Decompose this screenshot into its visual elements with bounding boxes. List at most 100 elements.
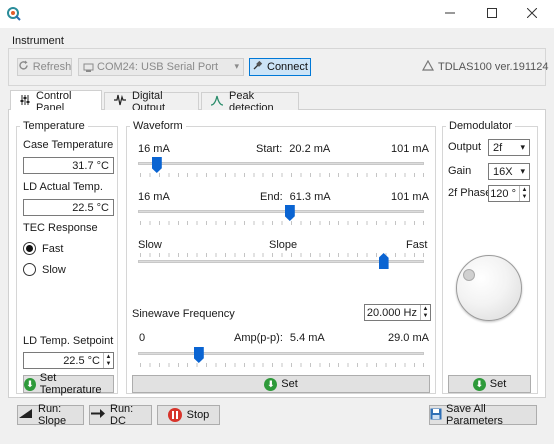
amp-slider-ticks — [140, 363, 424, 367]
triangle-logo-icon — [421, 59, 435, 74]
tab-control-panel[interactable]: Control Panel — [10, 90, 102, 114]
demodulator-group-label: Demodulator — [446, 120, 515, 132]
end-readout: End: 61.3 mA — [260, 191, 331, 203]
phase-value: 120 ° — [490, 187, 516, 200]
title-bar — [0, 0, 554, 28]
end-value: 61.3 mA — [289, 191, 331, 203]
output-select[interactable]: 2f ▾ — [488, 139, 530, 156]
spin-up-icon[interactable]: ▲ — [104, 353, 113, 361]
ld-setpoint-spinbox[interactable]: 22.5 °C ▲ ▼ — [23, 352, 114, 369]
download-arrow-icon: ⬇ — [24, 377, 36, 391]
tec-fast-label: Fast — [42, 242, 64, 255]
chevron-down-icon: ▾ — [234, 61, 239, 71]
amp-min-label: 0 — [139, 332, 146, 344]
waveform-set-label: Set — [281, 378, 298, 390]
run-slope-button[interactable]: Run: Slope — [17, 403, 84, 427]
end-max-label: 101 mA — [391, 191, 429, 203]
output-label: Output — [448, 141, 482, 153]
radio-unchecked-icon — [23, 263, 36, 276]
start-min-label: 16 mA — [138, 143, 170, 155]
run-slope-label: Run: Slope — [38, 403, 67, 427]
set-temperature-button[interactable]: ⬇ Set Temperature — [23, 372, 114, 396]
close-icon[interactable] — [522, 4, 542, 22]
minimize-icon[interactable] — [440, 4, 460, 22]
end-label: End: — [260, 191, 283, 203]
spin-up-icon[interactable]: ▲ — [421, 305, 430, 313]
start-label: Start: — [256, 143, 283, 155]
spin-arrows[interactable]: ▲ ▼ — [420, 305, 430, 320]
amp-value: 5.4 mA — [289, 332, 325, 344]
case-temp-field: 31.7 °C — [23, 157, 114, 174]
radio-checked-icon — [23, 242, 36, 255]
knob-indicator — [463, 269, 475, 281]
tec-response-label: TEC Response — [23, 222, 98, 234]
spin-up-icon[interactable]: ▲ — [520, 186, 529, 194]
case-temp-value: 31.7 °C — [72, 159, 109, 172]
start-max-label: 101 mA — [391, 143, 429, 155]
phase-label: 2f Phase — [448, 187, 492, 199]
ld-actual-label: LD Actual Temp. — [23, 181, 103, 193]
version-label: TDLAS100 ver.191124 — [438, 61, 549, 73]
gain-select[interactable]: 16X ▾ — [488, 163, 530, 180]
sine-frequency-label: Sinewave Frequency — [132, 308, 235, 320]
waveform-set-button[interactable]: ⬇ Set — [132, 375, 430, 393]
spin-down-icon[interactable]: ▼ — [520, 194, 529, 202]
amp-slider-track[interactable] — [138, 352, 424, 355]
demodulator-set-button[interactable]: ⬇ Set — [448, 375, 531, 393]
refresh-button[interactable]: Refresh — [17, 58, 72, 76]
app-logo-icon — [6, 6, 22, 22]
end-slider-track[interactable] — [138, 210, 424, 213]
start-readout: Start: 20.2 mA — [256, 143, 330, 155]
sliders-icon — [19, 94, 31, 109]
start-slider-ticks — [140, 173, 424, 177]
spin-arrows[interactable]: ▲ ▼ — [519, 186, 529, 201]
start-value: 20.2 mA — [289, 143, 331, 155]
chevron-down-icon: ▾ — [520, 142, 525, 152]
tab-peak-detection[interactable]: Peak detection — [201, 90, 299, 114]
download-arrow-icon: ⬇ — [264, 377, 278, 391]
spin-down-icon[interactable]: ▼ — [104, 361, 113, 369]
phase-knob[interactable] — [456, 255, 522, 321]
ld-setpoint-value: 22.5 °C — [63, 354, 100, 367]
end-min-label: 16 mA — [138, 191, 170, 203]
temperature-group-label: Temperature — [20, 120, 88, 132]
save-all-button[interactable]: Save All Parameters — [429, 403, 537, 427]
case-temp-label: Case Temperature — [23, 139, 114, 151]
plug-icon — [252, 60, 263, 74]
ld-setpoint-label: LD Temp. Setpoint — [23, 335, 114, 347]
demodulator-set-label: Set — [489, 378, 507, 390]
maximize-icon[interactable] — [482, 4, 502, 22]
stop-icon — [167, 408, 182, 422]
connect-label: Connect — [267, 61, 308, 73]
dc-arrow-icon — [90, 408, 106, 422]
connect-button[interactable]: Connect — [249, 58, 311, 76]
tab-digital-output[interactable]: Digital Output — [104, 90, 199, 114]
slope-icon — [18, 408, 34, 422]
tec-fast-radio[interactable]: Fast — [23, 242, 63, 255]
end-slider-ticks — [140, 221, 424, 225]
instrument-group-label: Instrument — [12, 35, 64, 47]
run-dc-button[interactable]: Run: DC — [89, 403, 152, 427]
run-dc-label: Run: DC — [110, 403, 134, 427]
amp-readout: Amp(p-p): 5.4 mA — [234, 332, 325, 344]
ld-actual-value: 22.5 °C — [72, 201, 109, 214]
stop-button[interactable]: Stop — [157, 405, 220, 425]
stop-label: Stop — [186, 409, 210, 421]
version-info: TDLAS100 ver.191124 — [421, 59, 549, 74]
save-icon — [430, 408, 442, 423]
tec-slow-radio[interactable]: Slow — [23, 263, 66, 276]
spin-down-icon[interactable]: ▼ — [421, 313, 430, 321]
sine-frequency-spinbox[interactable]: 20.000 Hz ▲ ▼ — [364, 304, 431, 321]
start-slider-track[interactable] — [138, 162, 424, 165]
port-icon — [83, 62, 94, 76]
gain-label: Gain — [448, 165, 472, 177]
spin-arrows[interactable]: ▲ ▼ — [103, 353, 113, 368]
phase-spinbox[interactable]: 120 ° ▲ ▼ — [488, 185, 530, 202]
download-arrow-icon: ⬇ — [472, 377, 486, 391]
gain-value: 16X — [493, 165, 513, 178]
slope-label: Slope — [269, 239, 298, 251]
slope-max-label: Fast — [406, 239, 428, 251]
refresh-label: Refresh — [32, 61, 72, 73]
oscilloscope-icon — [113, 94, 127, 109]
port-select[interactable]: COM24: USB Serial Port ▾ — [78, 58, 244, 76]
